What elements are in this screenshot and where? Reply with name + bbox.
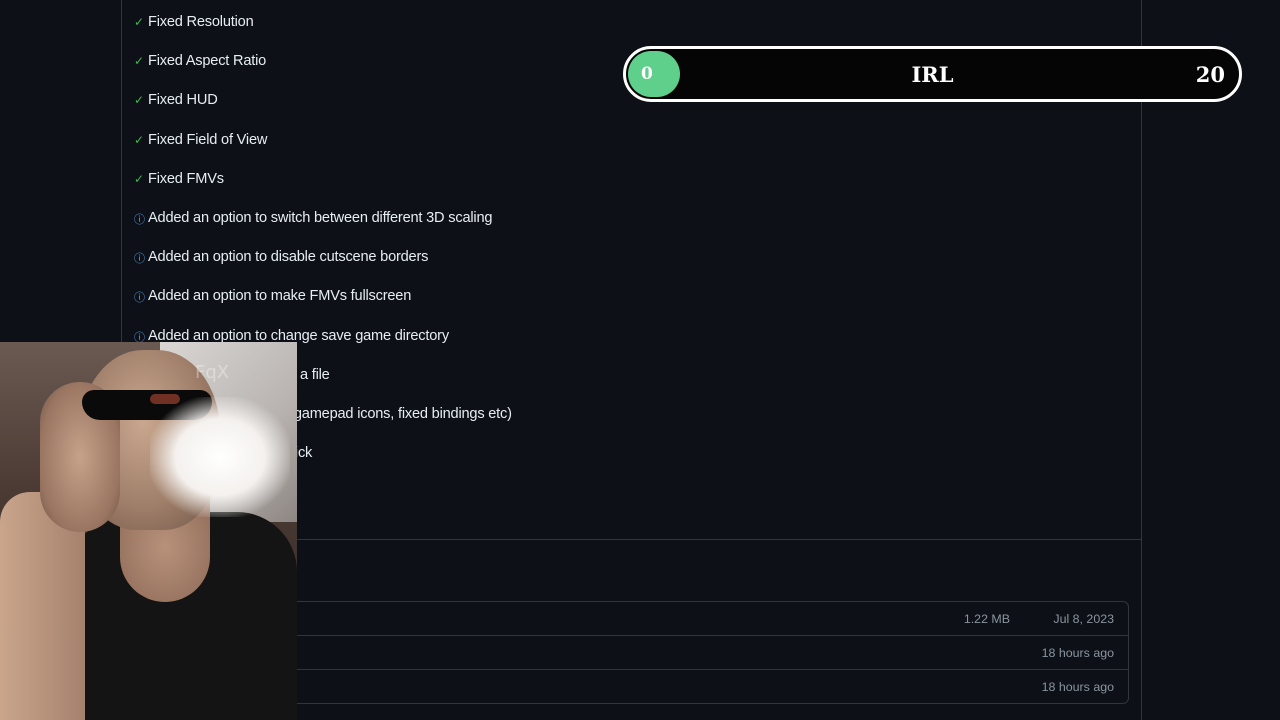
release-note-text: Added an option to switch between differ… — [148, 209, 493, 226]
release-note-text: Fixed Field of View — [148, 131, 268, 148]
release-note-text: Fixed HUD — [148, 92, 218, 109]
check-icon: ✓ — [134, 15, 144, 29]
info-icon: ⓘ — [134, 253, 145, 266]
release-note-item: ✓ Fixed HUD — [134, 92, 512, 131]
check-icon: ✓ — [134, 171, 144, 186]
release-note-text: Added an option to disable cutscene bord… — [148, 249, 429, 266]
webcam-watermark: FqX — [195, 362, 230, 383]
release-note-text: Added an option to make FMVs fullscreen — [148, 288, 412, 305]
progress-max: 20 — [1195, 62, 1225, 87]
release-note-item: ✓ Fixed FMVs — [134, 171, 512, 210]
info-icon: ⓘ — [134, 213, 145, 226]
release-note-text: Fixed FMVs — [148, 170, 224, 187]
progress-overlay: 0 IRL 20 — [623, 46, 1242, 102]
release-note-item: ✓ Fixed Resolution — [134, 14, 512, 53]
screen: ✓ Fixed Resolution ✓ Fixed Aspect Ratio ✓ Fix… — [0, 0, 1280, 720]
release-note-item: ✓ Fixed Field of View — [134, 132, 512, 171]
check-icon: ✓ — [134, 93, 144, 108]
check-icon: ✓ — [134, 54, 144, 69]
webcam-overlay: FqX — [0, 342, 297, 720]
release-note-item: ✓ Fixed Aspect Ratio — [134, 53, 512, 92]
webcam-glare — [150, 397, 290, 517]
asset-date: Jul 8, 2023 — [1053, 612, 1114, 626]
asset-size: 1.22 MB — [963, 612, 1010, 626]
release-note-item: ⓘ Added an option to make FMVs fullscreen — [134, 288, 512, 327]
asset-date: 18 hours ago — [1041, 680, 1114, 694]
release-note-item: ⓘ Added an option to switch between diffe… — [134, 210, 512, 249]
asset-date: 18 hours ago — [1041, 646, 1114, 660]
release-note-text: Fixed Aspect Ratio — [148, 53, 267, 70]
info-icon: ⓘ — [134, 292, 145, 305]
release-note-item: ⓘ Added an option to disable cutscene bor… — [134, 249, 512, 288]
progress-label: IRL — [911, 62, 954, 87]
release-note-text: Fixed Resolution — [148, 14, 254, 30]
check-icon: ✓ — [134, 132, 144, 147]
